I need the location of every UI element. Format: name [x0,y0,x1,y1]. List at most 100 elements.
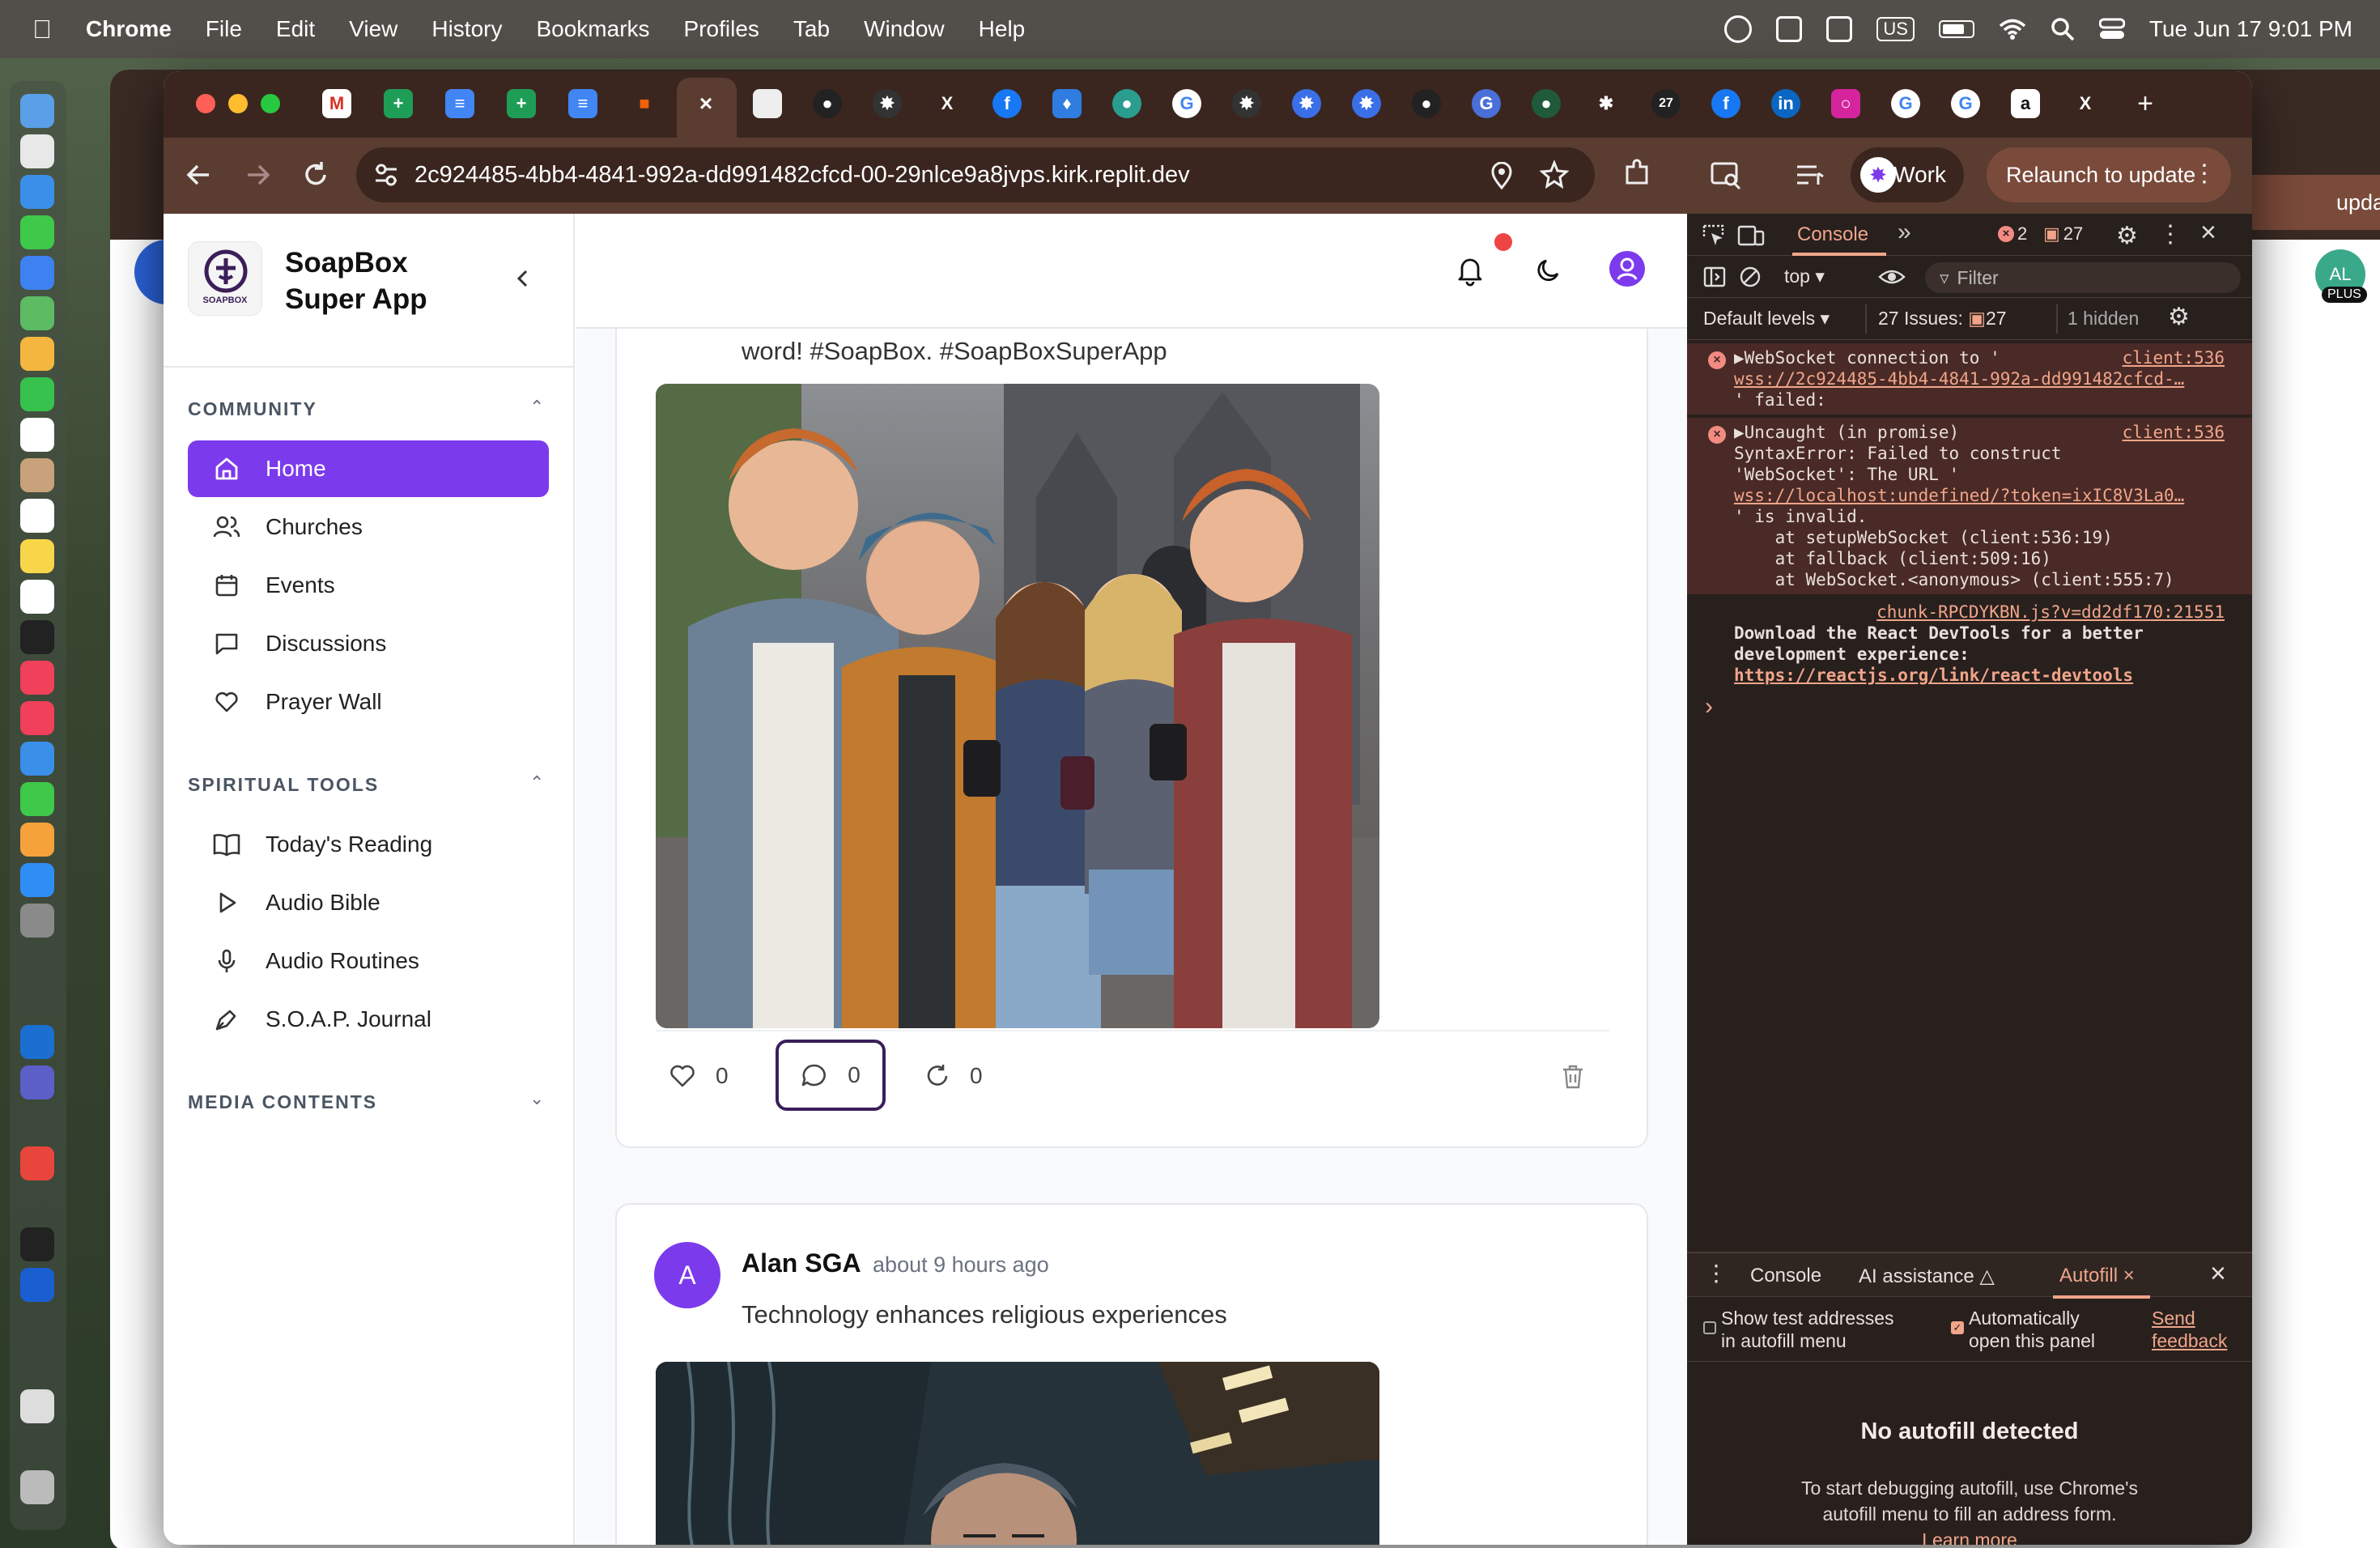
maps-dock-icon[interactable] [20,296,54,330]
replit-tab-icon[interactable]: ■ [630,89,659,118]
finder-dock-icon[interactable] [20,94,54,128]
sidebar-item-churches[interactable]: Churches [188,499,549,555]
outlook-dock-icon[interactable] [20,1025,54,1059]
messages-dock-icon[interactable] [20,215,54,249]
tab-favicon[interactable] [753,89,782,118]
forward-button-icon[interactable] [241,159,274,191]
more-vertical-icon[interactable]: ⋮ [2158,220,2182,249]
reading-list-icon[interactable] [1794,159,1826,191]
linkedin-tab-icon[interactable]: in [1771,89,1800,118]
console-filter-input[interactable]: ▿ Filter [1925,262,2241,293]
tab-favicon[interactable]: ✸ [1352,89,1381,118]
devtools-tab-console[interactable]: Console [1797,223,1868,246]
close-tab-icon[interactable]: × [691,89,720,118]
sidebar-item-todays-reading[interactable]: Today's Reading [188,816,549,873]
menu-clock[interactable]: Tue Jun 17 9:01 PM [2149,16,2352,42]
bookmark-star-icon[interactable] [1540,160,1569,189]
sidebar-item-audio-bible[interactable]: Audio Bible [188,874,549,931]
context-selector[interactable]: top ▾ [1784,266,1825,287]
settings-gear-icon[interactable]: ⚙ [2116,222,2138,250]
input-source-indicator[interactable]: US [1876,17,1915,41]
menu-view[interactable]: View [349,16,397,42]
facebook-tab-icon[interactable]: f [992,89,1022,118]
chevron-up-icon[interactable]: ⌃ [529,772,544,793]
control-center-icon[interactable] [2098,18,2125,40]
user-profile-icon[interactable] [1609,251,1645,287]
music-dock-icon[interactable] [20,661,54,695]
profile-work-button[interactable]: ✸ Work [1851,147,1964,202]
menu-window[interactable]: Window [864,16,945,42]
drawer-menu-icon[interactable]: ⋮ [1705,1260,1728,1286]
close-tab-icon[interactable]: × [2123,1265,2135,1286]
openai-tab-icon[interactable]: ✸ [873,89,902,118]
error-line[interactable]: wss://2c924485-4bb4-4841-992a-dd991482cf… [1734,369,2184,389]
sidebar-item-events[interactable]: Events [188,557,549,614]
reminders-dock-icon[interactable] [20,499,54,533]
location-icon[interactable] [1490,162,1514,189]
tab-search-icon[interactable] [1710,159,1742,191]
facebook-tab-icon[interactable]: f [1711,89,1740,118]
live-expression-eye-icon[interactable] [1878,266,1906,288]
menu-file[interactable]: File [206,16,242,42]
terminal-dock-icon[interactable] [20,1227,54,1261]
extensions-icon[interactable] [1621,159,1653,191]
zoom-window-button[interactable] [261,94,280,113]
google-tab-icon[interactable]: G [1172,89,1201,118]
app-menu[interactable]: Chrome [86,16,172,42]
dropbox-tab-icon[interactable]: ♦ [1052,89,1082,118]
author-name[interactable]: Alan SGA [742,1248,861,1278]
learn-more-link[interactable]: Learn more [1687,1527,2252,1545]
mail-dock-icon[interactable] [20,256,54,290]
like-button[interactable]: 0 [669,1054,729,1098]
calendar-dock-icon[interactable] [20,418,54,452]
new-tab-button[interactable]: + [2131,88,2160,119]
menu-help[interactable]: Help [979,16,1026,42]
instagram-tab-icon[interactable]: ○ [1831,89,1860,118]
send-feedback-link[interactable]: Send feedback [2152,1307,2227,1352]
issues-button[interactable]: 27 Issues: ▣27 [1878,308,2007,330]
device-toolbar-icon[interactable] [1737,223,1765,248]
url-text[interactable]: 2c924485-4bb4-4841-992a-dd991482cfcd-00-… [414,162,1190,189]
console-error-message[interactable]: × client:536 ▶Uncaught (in promise) Synt… [1687,418,2252,594]
sidebar-item-soap-journal[interactable]: S.O.A.P. Journal [188,991,549,1048]
notes-dock-icon[interactable] [20,539,54,573]
facetime-dock-icon[interactable] [20,377,54,411]
teams-dock-icon[interactable] [20,1065,54,1099]
battery-icon[interactable] [1938,20,1974,38]
close-window-button[interactable] [196,94,215,113]
clear-console-icon[interactable] [1739,266,1762,288]
status-app-icon[interactable] [1724,15,1753,43]
status-app-icon[interactable] [1826,16,1853,42]
github-tab-icon[interactable]: ● [813,89,842,118]
close-devtools-icon[interactable]: × [2200,217,2216,249]
wifi-icon[interactable] [1999,18,2026,40]
trash-dock-icon[interactable] [20,1470,54,1504]
console-error-message[interactable]: × client:536 ▶WebSocket connection to ' … [1687,343,2252,415]
openai-tab-icon[interactable]: ✸ [1232,89,1261,118]
freeform-dock-icon[interactable] [20,580,54,614]
notifications-bell-icon[interactable] [1456,254,1485,287]
close-drawer-icon[interactable]: × [2210,1258,2226,1290]
launchpad-dock-icon[interactable] [20,134,54,168]
chrome-dock-icon[interactable] [20,1146,54,1180]
x-tab-icon[interactable]: X [933,89,962,118]
sidebar-item-discussions[interactable]: Discussions [188,615,549,672]
trash-icon[interactable] [1561,1064,1585,1090]
more-vertical-icon[interactable]: ⋮ [2192,160,2216,188]
inspect-element-icon[interactable] [1702,223,1726,248]
console-settings-gear-icon[interactable]: ⚙ [2168,303,2190,331]
address-bar[interactable]: 2c924485-4bb4-4841-992a-dd991482cfcd-00-… [356,147,1595,202]
menu-history[interactable]: History [431,16,502,42]
sheets-tab-icon[interactable]: + [384,89,413,118]
tv-dock-icon[interactable] [20,620,54,654]
menu-profiles[interactable]: Profiles [684,16,759,42]
stack-frame[interactable]: at fallback (client:509:16) [1734,549,2051,568]
issue-counter[interactable]: ▣ 27 [2043,223,2083,245]
menu-edit[interactable]: Edit [276,16,315,42]
relaunch-to-update-button[interactable]: Relaunch to update ⋮ [1987,147,2231,202]
more-tabs-icon[interactable]: » [1898,219,1911,246]
post-image[interactable] [656,1362,1379,1545]
stack-frame[interactable]: at WebSocket.<anonymous> (client:555:7) [1734,570,2174,589]
tab-favicon[interactable]: ✸ [1292,89,1321,118]
apple-menu-icon[interactable]:  [32,15,52,45]
